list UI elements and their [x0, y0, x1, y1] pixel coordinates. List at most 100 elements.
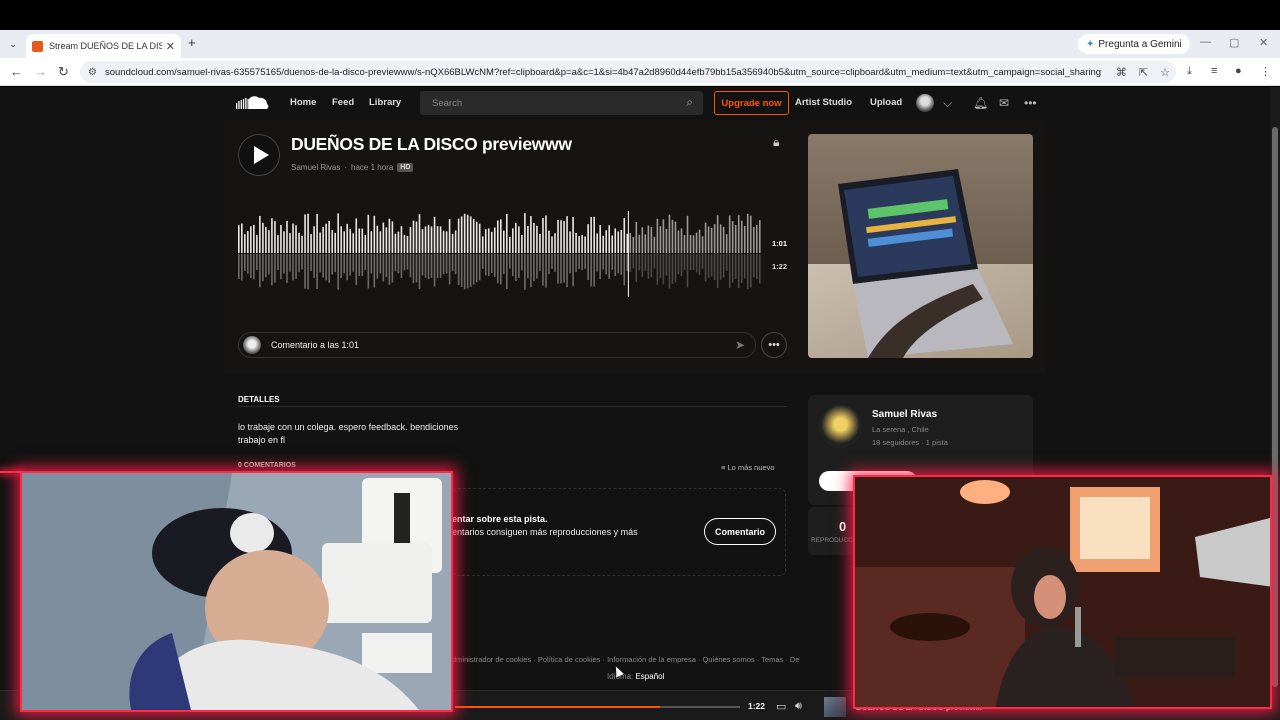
waveform-bar-reflection[interactable] — [758, 254, 761, 284]
more-menu-icon[interactable]: ••• — [1024, 96, 1037, 110]
waveform-bar[interactable] — [238, 225, 240, 253]
waveform-bar-reflection[interactable] — [707, 254, 710, 278]
comment-input[interactable]: Comentario a las 1:01 ➤ — [238, 332, 756, 358]
waveform-bar[interactable] — [692, 235, 695, 253]
waveform-bar-reflection[interactable] — [406, 254, 409, 270]
waveform-bar-reflection[interactable] — [617, 254, 620, 274]
waveform-bar[interactable] — [319, 232, 321, 253]
waveform-bar-reflection[interactable] — [247, 254, 249, 274]
close-window-icon[interactable]: ✕ — [1259, 36, 1268, 49]
waveform-bar[interactable] — [424, 226, 427, 253]
waveform-bar[interactable] — [436, 226, 439, 253]
waveform-bar[interactable] — [566, 216, 568, 253]
waveform-bar[interactable] — [406, 235, 409, 253]
waveform-bar-reflection[interactable] — [253, 254, 255, 280]
waveform-bar[interactable] — [262, 222, 264, 253]
waveform-bar[interactable] — [427, 225, 430, 253]
waveform-bar-reflection[interactable] — [605, 254, 608, 275]
waveform-bar-reflection[interactable] — [484, 254, 487, 276]
waveform-bar-reflection[interactable] — [635, 254, 638, 282]
volume-icon[interactable]: 🔊︎ — [795, 700, 802, 713]
sort-dropdown[interactable]: ≡ Lo más nuevo — [721, 463, 775, 472]
waveform-bar[interactable] — [608, 225, 611, 253]
waveform-bar-reflection[interactable] — [391, 254, 394, 283]
waveform-bar-reflection[interactable] — [301, 254, 303, 270]
waveform-bar[interactable] — [602, 235, 604, 253]
waveform-bar[interactable] — [578, 236, 580, 253]
waveform-bar[interactable] — [484, 229, 487, 253]
waveform-bar[interactable] — [478, 223, 481, 253]
waveform-bar-reflection[interactable] — [509, 254, 511, 269]
waveform-bar-reflection[interactable] — [689, 254, 692, 271]
search-icon[interactable]: ⌕ — [686, 95, 693, 110]
waveform-bar-reflection[interactable] — [557, 254, 559, 284]
waveform-bar[interactable] — [554, 233, 556, 253]
waveform-bar-reflection[interactable] — [647, 254, 650, 279]
waveform-bar-reflection[interactable] — [614, 254, 617, 277]
waveform-bar-reflection[interactable] — [388, 254, 391, 285]
waveform-bar[interactable] — [641, 227, 644, 253]
waveform-bar[interactable] — [415, 221, 418, 253]
waveform-bar[interactable] — [506, 214, 508, 253]
waveform-bar[interactable] — [734, 225, 737, 253]
waveform-bar-reflection[interactable] — [277, 254, 279, 271]
waveform-bar[interactable] — [569, 231, 571, 253]
waveform-bar-reflection[interactable] — [397, 254, 400, 274]
waveform-bar[interactable] — [572, 217, 574, 253]
language-value[interactable]: Español — [635, 672, 664, 681]
waveform-bar[interactable] — [560, 220, 562, 253]
waveform-bar-reflection[interactable] — [551, 254, 553, 269]
waveform-bar[interactable] — [545, 215, 547, 253]
waveform-bar[interactable] — [581, 235, 583, 253]
waveform-bar-reflection[interactable] — [295, 254, 297, 279]
waveform-bar[interactable] — [259, 215, 261, 253]
waveform-bar[interactable] — [698, 229, 701, 253]
waveform-bar[interactable] — [563, 221, 565, 253]
waveform-bar-reflection[interactable] — [421, 254, 424, 276]
waveform-bar[interactable] — [626, 233, 629, 253]
waveform-bar-reflection[interactable] — [623, 254, 626, 286]
waveform-bar[interactable] — [518, 226, 520, 253]
waveform-bar[interactable] — [629, 233, 632, 253]
waveform-bar[interactable] — [548, 230, 550, 253]
waveform-bar[interactable] — [463, 213, 466, 253]
waveform-bar-reflection[interactable] — [566, 254, 568, 288]
waveform-bar[interactable] — [487, 228, 490, 253]
waveform-bar[interactable] — [746, 213, 749, 253]
waveform-bar[interactable] — [448, 219, 451, 253]
waveform-bar[interactable] — [527, 226, 529, 253]
waveform-bar[interactable] — [542, 217, 544, 253]
waveform-bar[interactable] — [244, 234, 246, 253]
waveform-bar[interactable] — [611, 235, 614, 253]
waveform-bar-reflection[interactable] — [575, 254, 577, 273]
waveform-bar-reflection[interactable] — [490, 254, 493, 274]
cast-icon[interactable]: ⇱ — [1139, 66, 1148, 79]
notifications-icon[interactable]: 🔔︎ — [973, 96, 988, 110]
waveform-bar-reflection[interactable] — [439, 254, 442, 278]
artist-avatar[interactable] — [819, 405, 862, 448]
waveform-bar[interactable] — [283, 231, 285, 253]
waveform-bar-reflection[interactable] — [487, 254, 490, 277]
waveform-bar[interactable] — [346, 223, 349, 253]
waveform-bar-reflection[interactable] — [433, 254, 436, 287]
waveform-bar-reflection[interactable] — [481, 254, 484, 269]
artist-studio-link[interactable]: Artist Studio — [795, 97, 852, 108]
browser-tab[interactable]: Stream DUEÑOS DE LA DISCO p ✕ — [26, 34, 181, 58]
waveform-bar-reflection[interactable] — [698, 254, 701, 275]
waveform-bar[interactable] — [391, 221, 394, 253]
waveform-bar-reflection[interactable] — [629, 254, 632, 272]
waveform-bar[interactable] — [496, 220, 499, 253]
waveform-bar-reflection[interactable] — [737, 254, 740, 288]
waveform-bar-reflection[interactable] — [343, 254, 346, 274]
waveform-bar-reflection[interactable] — [268, 254, 270, 275]
waveform-bar[interactable] — [551, 236, 553, 253]
waveform-bar[interactable] — [397, 231, 400, 253]
waveform-bar-reflection[interactable] — [238, 254, 240, 279]
waveform-bar-reflection[interactable] — [734, 254, 737, 280]
waveform-bar[interactable] — [322, 226, 324, 253]
waveform-bar[interactable] — [385, 227, 388, 253]
artist-name[interactable]: Samuel Rivas — [872, 409, 937, 420]
waveform-bar-reflection[interactable] — [677, 254, 680, 275]
waveform-bar-reflection[interactable] — [662, 254, 665, 285]
waveform-bar-reflection[interactable] — [539, 254, 541, 272]
